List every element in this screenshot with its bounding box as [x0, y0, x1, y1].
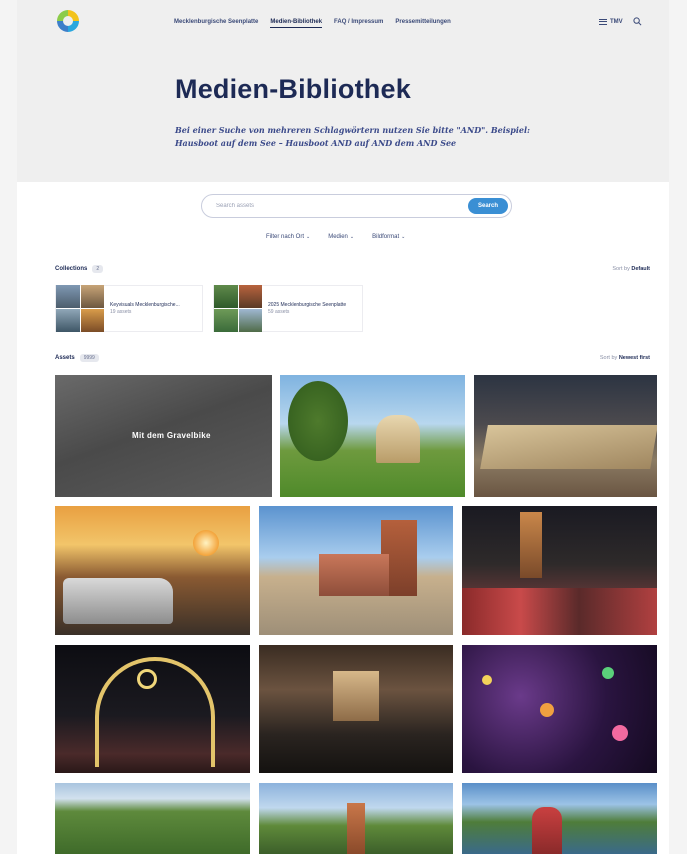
light-bokeh — [540, 703, 554, 717]
asset-tile-gravelbike[interactable]: Mit dem Gravelbike — [55, 375, 272, 497]
search-bar: Search — [201, 194, 512, 218]
menu-button[interactable]: TMV — [599, 18, 623, 25]
asset-tile-palace-garden[interactable] — [55, 783, 250, 854]
nav-item-faq-impressum[interactable]: FAQ / Impressum — [334, 19, 383, 28]
nav-item-pressemitteilungen[interactable]: Pressemitteilungen — [395, 19, 450, 28]
logo-icon[interactable] — [57, 10, 79, 32]
menu-label: TMV — [610, 18, 623, 25]
asset-tile-festival-lights[interactable] — [462, 645, 657, 773]
sun-shape — [193, 530, 219, 556]
filter-media-label: Medien — [328, 234, 348, 240]
model-table-shape — [480, 425, 657, 469]
asset-overlay-label: Mit dem Gravelbike — [132, 431, 211, 440]
church-tower-shape — [520, 512, 542, 578]
crowd-shape — [462, 588, 657, 635]
collection-info: Keyvisuals Mecklenburgische... 19 assets — [110, 302, 180, 315]
assets-heading: Assets 9999 — [55, 354, 99, 362]
asset-tile-harbour-town[interactable] — [259, 506, 453, 635]
search-icon[interactable] — [633, 17, 642, 26]
collection-card[interactable]: Keyvisuals Mecklenburgische... 19 assets — [55, 285, 203, 332]
collection-meta: 59 assets — [268, 308, 290, 315]
collection-name: 2025 Mecklenburgische Seenplatte — [268, 302, 347, 308]
sort-value: Default — [631, 266, 650, 272]
search-input[interactable] — [216, 200, 456, 212]
houseboat-shape — [63, 578, 173, 624]
collections-heading: Collections 2 — [55, 265, 104, 273]
hamburger-icon — [599, 18, 607, 25]
chevron-down-icon: ⌄ — [349, 234, 355, 240]
wreath-shape — [137, 669, 157, 689]
tree-shape — [288, 381, 348, 461]
filter-location-dropdown[interactable]: Filter nach Ort ⌄ — [266, 234, 310, 240]
filter-media-dropdown[interactable]: Medien ⌄ — [328, 234, 354, 240]
pavilion-shape — [376, 415, 420, 463]
sort-value: Newest first — [618, 355, 650, 361]
page-title: Medien-Bibliothek — [175, 74, 411, 104]
sort-label: Sort by — [599, 355, 618, 361]
chevron-down-icon: ⌄ — [306, 234, 311, 240]
search-hint: Bei einer Suche von mehreren Schlagwörte… — [175, 125, 530, 148]
asset-tile-christmas-market-crowd[interactable] — [462, 506, 657, 635]
filter-location-label: Filter nach Ort — [266, 234, 305, 240]
collection-name: Keyvisuals Mecklenburgische... — [110, 302, 180, 308]
sort-label: Sort by — [612, 266, 630, 272]
collections-title: Collections — [55, 266, 88, 272]
asset-tile-light-arch[interactable] — [55, 645, 250, 773]
light-bokeh — [612, 725, 628, 741]
assets-title: Assets — [55, 355, 75, 361]
cathedral-shape — [347, 803, 365, 854]
collections-sort[interactable]: Sort by Default — [612, 266, 650, 272]
collection-thumbnail — [56, 285, 104, 332]
collection-card[interactable]: 2025 Mecklenburgische Seenplatte 59 asse… — [213, 285, 363, 332]
asset-tile-statue-cathedral[interactable] — [259, 783, 453, 854]
nav-item-medien-bibliothek[interactable]: Medien-Bibliothek — [270, 19, 323, 28]
hero-header: Mecklenburgische Seenplatte Medien-Bibli… — [17, 0, 669, 182]
assets-sort[interactable]: Sort by Newest first — [600, 355, 650, 361]
person-shape — [532, 807, 562, 854]
main-nav: Mecklenburgische Seenplatte Medien-Bibli… — [174, 19, 451, 28]
filter-bar: Filter nach Ort ⌄ Medien ⌄ Bildformat ⌄ — [266, 234, 405, 240]
collections-count-badge: 2 — [92, 265, 104, 273]
stage-shape — [333, 671, 379, 721]
filter-format-label: Bildformat — [372, 234, 400, 240]
asset-tile-pavilion[interactable] — [280, 375, 465, 497]
asset-tile-town-model[interactable] — [474, 375, 657, 497]
building-shape — [319, 554, 389, 596]
collection-info: 2025 Mecklenburgische Seenplatte 59 asse… — [268, 302, 346, 315]
header-actions: TMV — [599, 17, 642, 26]
light-bokeh — [482, 675, 492, 685]
collection-thumbnail — [214, 285, 262, 332]
filter-format-dropdown[interactable]: Bildformat ⌄ — [372, 234, 405, 240]
light-bokeh — [602, 667, 614, 679]
collection-meta: 19 assets — [110, 308, 132, 315]
nav-item-seenplatte[interactable]: Mecklenburgische Seenplatte — [174, 19, 258, 28]
search-button[interactable]: Search — [468, 198, 508, 214]
asset-tile-houseboat-sunset[interactable] — [55, 506, 250, 635]
asset-tile-concert-hall[interactable] — [259, 645, 453, 773]
asset-tile-lake-bike[interactable] — [462, 783, 657, 854]
page: Mecklenburgische Seenplatte Medien-Bibli… — [17, 0, 669, 854]
chevron-down-icon: ⌄ — [401, 234, 406, 240]
assets-count-badge: 9999 — [79, 354, 99, 362]
